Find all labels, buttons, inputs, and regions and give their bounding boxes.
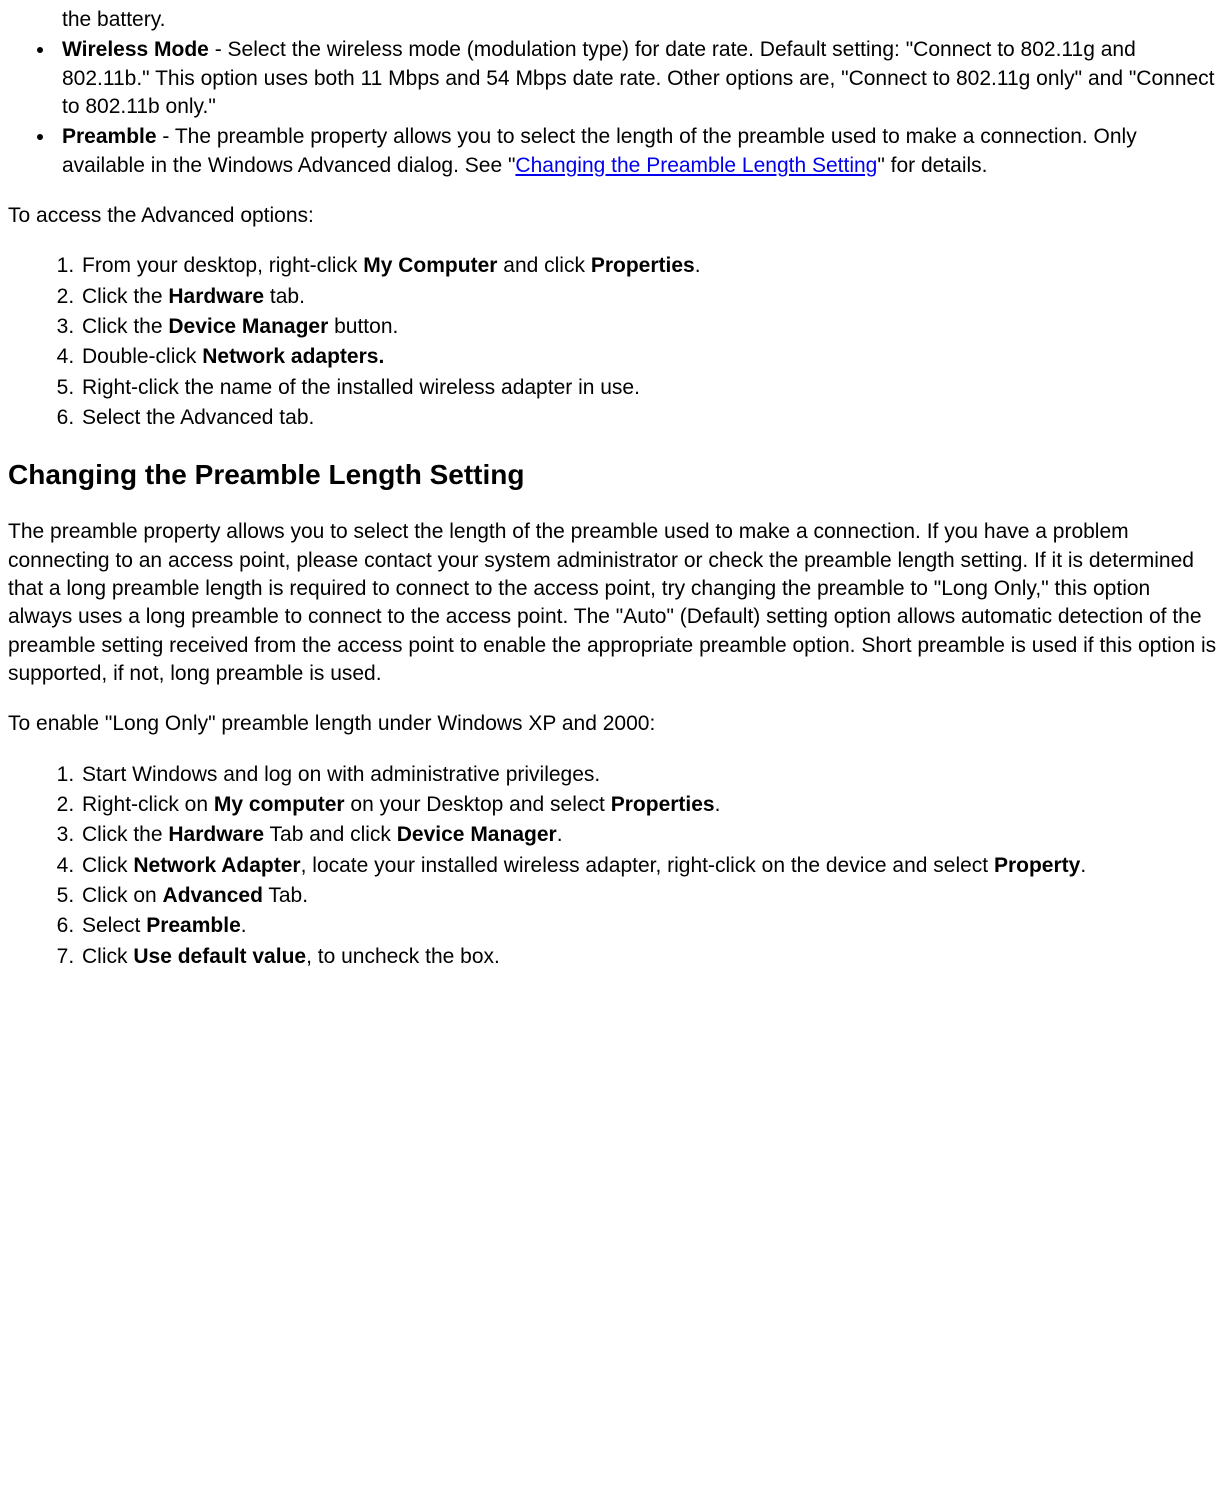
t: Click the xyxy=(82,285,168,308)
t: . xyxy=(715,793,721,816)
t: Double-click xyxy=(82,345,202,368)
step: Click the Hardware Tab and click Device … xyxy=(80,821,1220,849)
step: Click the Device Manager button. xyxy=(80,313,1220,341)
b: Hardware xyxy=(168,285,264,308)
step: From your desktop, right-click My Comput… xyxy=(80,252,1220,280)
para-access-advanced: To access the Advanced options: xyxy=(8,202,1220,230)
t: Click on xyxy=(82,884,163,907)
desc: - Select the wireless mode (modulation t… xyxy=(62,38,1215,118)
steps-enable-long-only: Start Windows and log on with administra… xyxy=(8,761,1220,971)
term: Preamble xyxy=(62,125,157,148)
b: Advanced xyxy=(163,884,263,907)
step: Click on Advanced Tab. xyxy=(80,882,1220,910)
b: My computer xyxy=(214,793,345,816)
preamble-link[interactable]: Changing the Preamble Length Setting xyxy=(515,154,877,177)
bullet-wireless-mode: Wireless Mode - Select the wireless mode… xyxy=(56,36,1220,121)
step: Select the Advanced tab. xyxy=(80,404,1220,432)
bullet-battery: the battery. xyxy=(56,6,1220,34)
t: tab. xyxy=(264,285,305,308)
text: the battery. xyxy=(62,8,166,31)
para-enable-long-only: To enable "Long Only" preamble length un… xyxy=(8,710,1220,738)
b: Device Manager xyxy=(168,315,328,338)
step: Double-click Network adapters. xyxy=(80,343,1220,371)
t: Click the xyxy=(82,823,168,846)
t: . xyxy=(695,254,701,277)
t: on your Desktop and select xyxy=(345,793,611,816)
term: Wireless Mode xyxy=(62,38,209,61)
step: Select Preamble. xyxy=(80,912,1220,940)
para-preamble-desc: The preamble property allows you to sele… xyxy=(8,518,1220,688)
t: , locate your installed wireless adapter… xyxy=(301,854,994,877)
t: . xyxy=(557,823,563,846)
step: Click the Hardware tab. xyxy=(80,283,1220,311)
bullet-preamble: Preamble - The preamble property allows … xyxy=(56,123,1220,180)
b: Network adapters. xyxy=(202,345,384,368)
feature-bullet-list: the battery. Wireless Mode - Select the … xyxy=(8,6,1220,180)
step: Click Use default value, to uncheck the … xyxy=(80,943,1220,971)
t: Click xyxy=(82,854,133,877)
t: Click xyxy=(82,945,133,968)
b: Device Manager xyxy=(397,823,557,846)
t: , to uncheck the box. xyxy=(306,945,500,968)
t: Select xyxy=(82,914,146,937)
t: From your desktop, right-click xyxy=(82,254,363,277)
t: and click xyxy=(497,254,590,277)
b: Properties xyxy=(611,793,715,816)
b: Property xyxy=(994,854,1080,877)
t: Right-click on xyxy=(82,793,214,816)
b: My Computer xyxy=(363,254,497,277)
t: . xyxy=(1080,854,1086,877)
b: Hardware xyxy=(168,823,264,846)
t: . xyxy=(241,914,247,937)
steps-access-advanced: From your desktop, right-click My Comput… xyxy=(8,252,1220,432)
step: Start Windows and log on with administra… xyxy=(80,761,1220,789)
step: Right-click the name of the installed wi… xyxy=(80,374,1220,402)
t: Click the xyxy=(82,315,168,338)
t: Tab and click xyxy=(264,823,397,846)
t: Tab. xyxy=(263,884,308,907)
step: Right-click on My computer on your Deskt… xyxy=(80,791,1220,819)
t: button. xyxy=(328,315,398,338)
b: Network Adapter xyxy=(133,854,300,877)
desc-after: " for details. xyxy=(877,154,987,177)
b: Preamble xyxy=(146,914,241,937)
b: Use default value xyxy=(133,945,306,968)
heading-preamble: Changing the Preamble Length Setting xyxy=(8,456,1220,494)
b: Properties xyxy=(591,254,695,277)
step: Click Network Adapter, locate your insta… xyxy=(80,852,1220,880)
